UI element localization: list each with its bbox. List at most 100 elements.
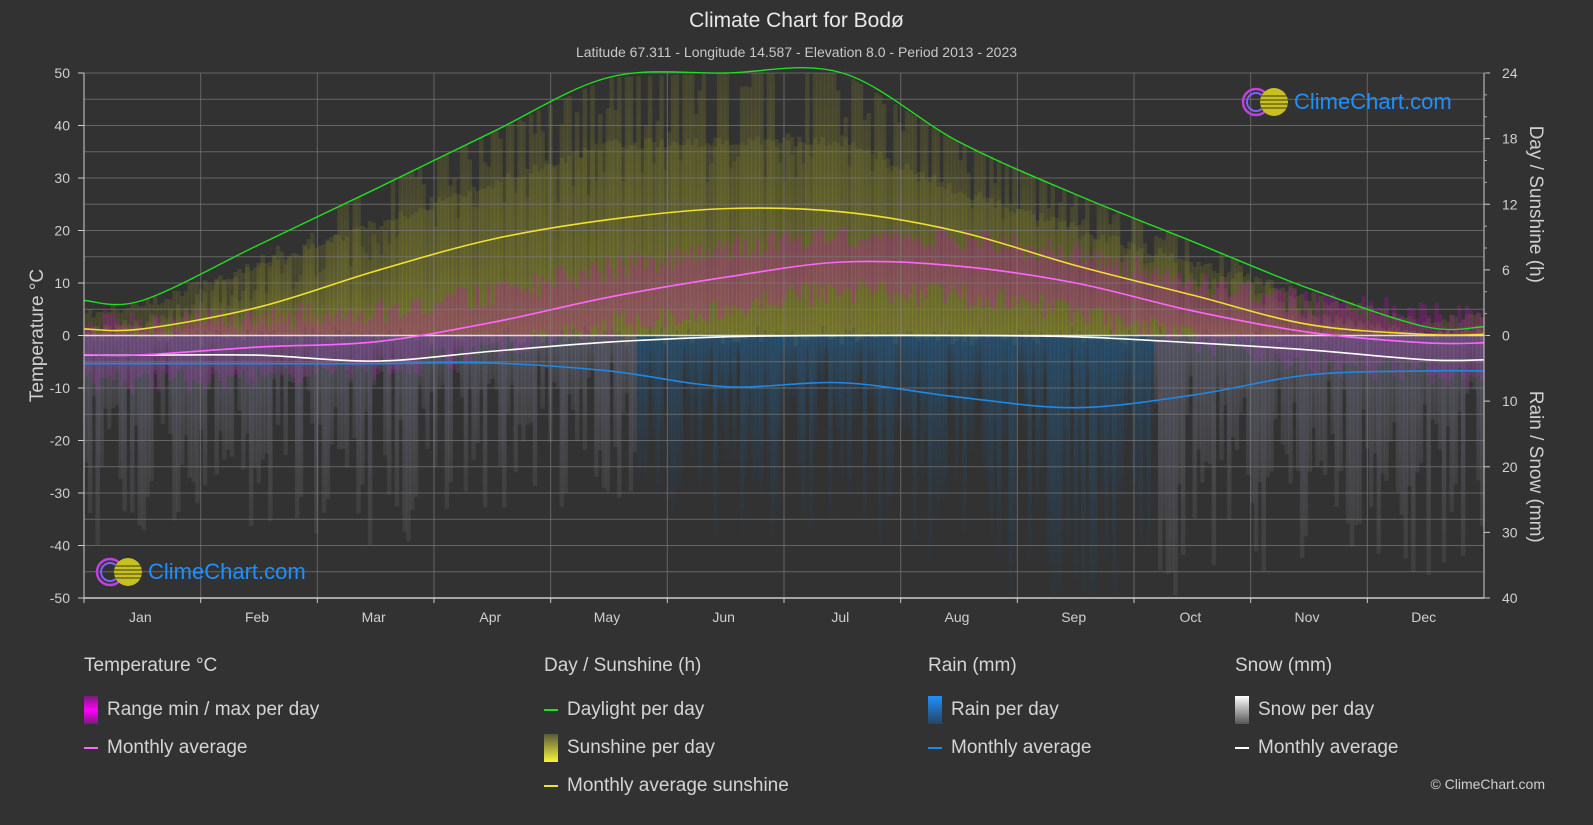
sunshine-day-bar [406,173,411,336]
snow-day-bar [225,335,231,450]
snow-day-bar [452,335,457,365]
snow-day-bar [582,335,588,450]
temp-range-bar [1173,276,1178,327]
snow-day-bar [551,335,557,383]
x-tick-label: Aug [945,609,970,625]
temp-range-bar [624,277,630,328]
rain-day-bar [724,335,729,461]
sunshine-day-bar [774,146,779,336]
x-tick-label: Mar [362,609,386,625]
snow-day-bar [1345,335,1351,524]
temp-range-bar [1215,283,1220,343]
rain-day-bar [866,335,871,400]
snow-day-bar [1234,335,1240,451]
snow-day-bar [406,335,411,542]
snow-day-bar [329,335,334,445]
temp-range-bar [594,262,599,326]
snow-day-bar [1246,335,1251,476]
temp-range-bar [571,280,576,326]
snow-day-bar [1303,335,1309,537]
x-tick-label: May [594,609,620,625]
snow-day-bar [594,335,599,477]
temp-range-bar [770,230,776,307]
temp-range-bar [713,249,718,301]
rain-day-bar [762,335,768,414]
snow-day-bar [1284,335,1289,455]
snow-day-bar [260,335,265,460]
legend-rain: Rain (mm) Rain per day Monthly average [928,655,1091,767]
temp-range-bar [954,243,960,294]
temp-range-bar [1085,253,1090,324]
sunshine-day-bar [233,272,239,336]
snow-day-bar [1207,335,1213,465]
logo-bottom-left[interactable]: ClimeChart.com [94,556,306,588]
legend-title: Day / Sunshine (h) [544,655,702,676]
rain-day-bar [797,335,802,479]
snow-day-bar [1192,335,1197,519]
sunshine-day-bar [398,176,403,336]
sunshine-day-bar [908,113,914,336]
temp-range-bar [877,238,883,284]
temp-range-bar [774,251,779,305]
sunshine-day-bar [275,245,281,336]
snow-day-bar [505,335,511,414]
temp-range-bar [958,250,963,299]
rain-day-bar [950,335,956,417]
temp-range-bar [617,254,622,318]
rain-day-bar [920,335,925,476]
rain-day-bar [900,335,906,432]
rain-day-bar [1123,335,1128,439]
snow-day-bar [187,335,192,478]
snow-day-bar [160,335,166,424]
temp-range-bar [567,280,572,336]
temp-range-bar [609,267,614,339]
snow-day-bar [110,335,116,409]
temp-range-bar [1023,259,1029,301]
logo-text: ClimeChart.com [1294,89,1452,114]
snow-day-bar [1292,335,1297,403]
right-top-tick-label: 18 [1502,131,1518,147]
right-bottom-tick-label: 30 [1502,524,1518,540]
rain-day-bar [816,335,822,383]
x-tick-label: Nov [1295,609,1320,625]
climechart-logo-icon [1241,87,1288,117]
rain-day-bar [893,335,898,437]
logo-top-right[interactable]: ClimeChart.com [1240,86,1452,118]
snow-day-bar [91,335,97,397]
snow-day-bar [571,335,576,411]
snow-day-bar [1330,335,1336,434]
snow-day-bar [1288,335,1293,484]
temp-range-bar [1161,274,1167,324]
legend-label: Monthly average [1258,737,1399,758]
snow-day-bar [1184,335,1190,415]
rain-day-bar [1115,335,1121,495]
snow-day-bar [1322,335,1328,475]
temp-range-bar [540,275,545,330]
rain-day-bar [1134,335,1140,504]
snow-day-bar [509,335,515,385]
snow-day-bar [597,335,603,451]
rain-day-bar [690,335,695,459]
snow-day-bar [364,335,369,413]
rain-day-bar [854,335,860,419]
temp-range-bar [551,286,557,342]
snow-day-bar [1445,335,1451,427]
temp-range-bar [728,259,733,316]
temp-range-bar [732,242,737,305]
temp-range-bar [1115,258,1121,314]
rain-day-bar [966,335,971,446]
snow-day-bar [1315,335,1320,467]
snow-day-bar [214,335,219,475]
snow-day-bar [1161,335,1167,520]
temp-range-bar [843,228,848,289]
snow-day-bar [498,335,503,467]
temp-range-bar [1134,255,1140,322]
snow-day-bar [1265,335,1270,477]
temp-range-bar [601,282,607,321]
legend-temperature: Temperature °C Range min / max per day M… [84,655,319,767]
snow-day-bar [1476,335,1481,481]
rain-day-bar [820,335,825,394]
right-top-tick-label: 24 [1502,65,1518,81]
legend-label: Daylight per day [567,699,705,720]
legend-label: Monthly average [107,737,248,758]
